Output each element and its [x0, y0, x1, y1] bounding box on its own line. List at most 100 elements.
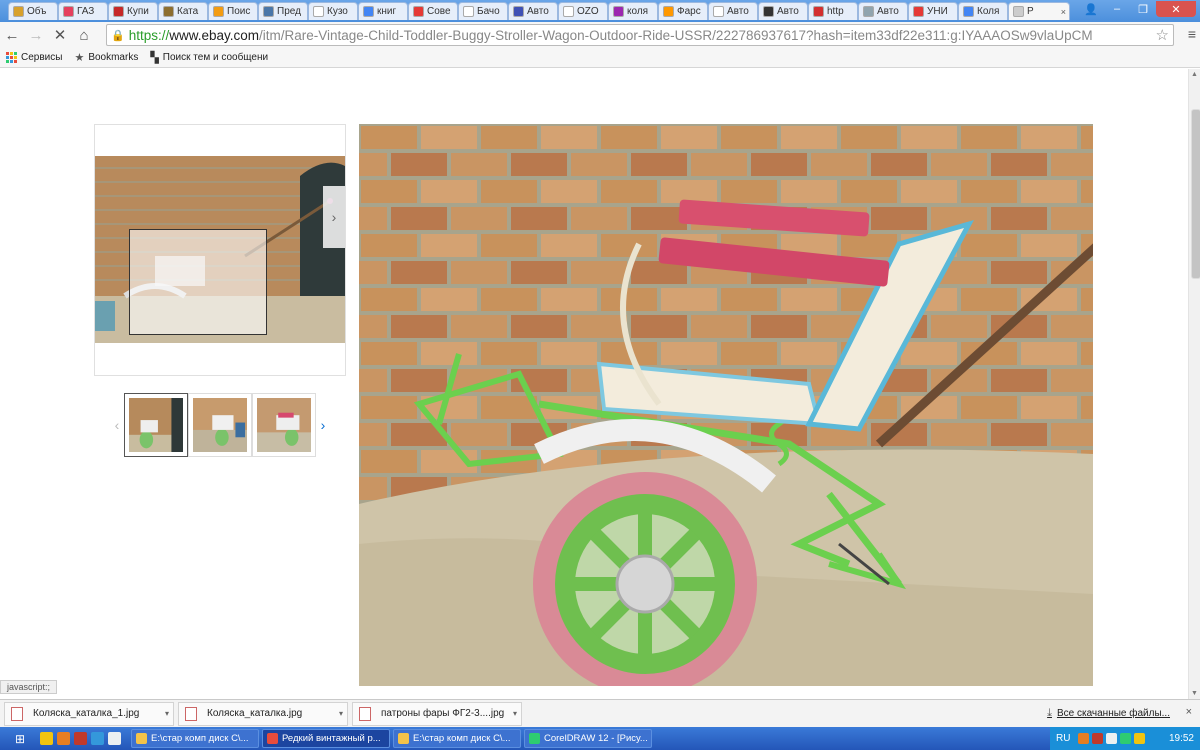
zoom-viewer[interactable]: ›: [94, 124, 346, 376]
tab-label: Авто: [777, 6, 799, 17]
ql-icon[interactable]: [40, 732, 53, 745]
tray-icon[interactable]: [1092, 733, 1104, 744]
download-filename: Коляска_каталка_1.jpg: [33, 708, 140, 719]
main-product-image[interactable]: [359, 124, 1093, 686]
scroll-up-icon[interactable]: ▲: [1191, 71, 1198, 78]
tab-favicon-icon: [863, 6, 874, 17]
maximize-button[interactable]: ❐: [1130, 1, 1156, 17]
thumbnail-3[interactable]: [252, 393, 316, 457]
chevron-down-icon[interactable]: ▾: [339, 709, 343, 718]
zoom-image: [95, 156, 345, 343]
bookmark-star-icon[interactable]: ☆: [1156, 26, 1169, 44]
scrollbar-thumb[interactable]: [1191, 109, 1200, 279]
tab-favicon-icon: [163, 6, 174, 17]
browser-tab[interactable]: ГАЗ: [58, 2, 108, 20]
bookmark-bookmarks[interactable]: ★ Bookmarks: [74, 51, 138, 64]
show-all-label: Все скачанные файлы...: [1056, 708, 1170, 719]
browser-tab[interactable]: Ката: [158, 2, 208, 20]
tab-label: Объ: [27, 6, 47, 17]
taskbar-task[interactable]: E:\стар комп диск C\...: [131, 729, 259, 748]
download-item[interactable]: патроны фары ФГ2-3....jpg ▾: [352, 701, 522, 726]
page-scrollbar[interactable]: ▲ ▼: [1188, 69, 1200, 699]
task-icon: [136, 733, 147, 744]
browser-tab[interactable]: Авто: [858, 2, 908, 20]
browser-tab[interactable]: УНИ: [908, 2, 958, 20]
url-host: www.ebay.com: [169, 27, 260, 43]
downloads-bar: Коляска_каталка_1.jpg ▾ Коляска_каталка.…: [0, 699, 1200, 727]
task-label: E:\стар комп диск C\...: [413, 733, 511, 744]
close-downloads-button[interactable]: ×: [1186, 706, 1192, 718]
thumbnail-2[interactable]: [188, 393, 252, 457]
back-button[interactable]: ←: [0, 23, 24, 47]
bookmark-forum-search[interactable]: ▚ Поиск тем и сообщени: [150, 51, 268, 64]
tab-strip: Объ ГАЗ Купи Ката Поис Пред Кузо книг Сове Бачо Ав…: [8, 2, 1070, 22]
bookmark-label: Сервисы: [21, 52, 63, 63]
browser-tab[interactable]: Кузо: [308, 2, 358, 20]
thumb-prev-arrow[interactable]: ‹: [110, 417, 124, 433]
close-window-button[interactable]: ✕: [1156, 1, 1196, 17]
browser-tab[interactable]: Объ: [8, 2, 58, 20]
show-all-downloads-link[interactable]: ⤓ Все скачанные файлы...: [1047, 707, 1170, 720]
thumbnail-strip: ‹ ›: [110, 393, 330, 457]
browser-tab[interactable]: Сове: [408, 2, 458, 20]
browser-tab[interactable]: Авто: [708, 2, 758, 20]
browser-tab[interactable]: http: [808, 2, 858, 20]
browser-tab[interactable]: Р ×: [1008, 2, 1070, 20]
start-button[interactable]: ⊞: [0, 727, 40, 750]
chevron-down-icon[interactable]: ▾: [165, 709, 169, 718]
tab-label: Р: [1027, 6, 1034, 17]
taskbar-task[interactable]: Редкий винтажный р...: [262, 729, 390, 748]
browser-tab[interactable]: Коля: [958, 2, 1008, 20]
tab-close-icon[interactable]: ×: [1061, 7, 1066, 17]
download-filename: патроны фары ФГ2-3....jpg: [381, 708, 505, 719]
browser-tab[interactable]: Авто: [758, 2, 808, 20]
scroll-down-icon[interactable]: ▼: [1191, 690, 1198, 697]
address-bar[interactable]: 🔒 https:// www.ebay.com /itm/Rare-Vintag…: [106, 24, 1174, 46]
home-button[interactable]: ⌂: [72, 23, 96, 47]
menu-icon[interactable]: ≡: [1188, 26, 1196, 42]
task-label: E:\стар комп диск C\...: [151, 733, 249, 744]
taskbar: ⊞ E:\стар комп диск C\... Редкий винтажны…: [0, 727, 1200, 750]
thumbnail-1[interactable]: [124, 393, 188, 457]
browser-tab[interactable]: Пред: [258, 2, 308, 20]
ql-icon[interactable]: [108, 732, 121, 745]
volume-icon[interactable]: [1106, 733, 1118, 744]
browser-tab[interactable]: книг: [358, 2, 408, 20]
tab-label: Поис: [227, 6, 251, 17]
download-item[interactable]: Коляска_каталка_1.jpg ▾: [4, 701, 174, 726]
network-icon[interactable]: [1120, 733, 1132, 744]
status-bubble: javascript:;: [0, 680, 58, 694]
thumb-next-arrow[interactable]: ›: [316, 417, 330, 433]
browser-tab[interactable]: OZO: [558, 2, 608, 20]
page-content: › ‹ ›: [0, 69, 1188, 699]
ql-icon[interactable]: [57, 732, 70, 745]
taskbar-task[interactable]: E:\стар комп диск C\...: [393, 729, 521, 748]
download-item[interactable]: Коляска_каталка.jpg ▾: [178, 701, 348, 726]
bookmark-label: Поиск тем и сообщени: [162, 52, 269, 63]
browser-tab[interactable]: Поис: [208, 2, 258, 20]
user-icon[interactable]: 👤: [1078, 1, 1104, 17]
browser-toolbar: ← → ✕ ⌂ 🔒 https:// www.ebay.com /itm/Rar…: [0, 22, 1200, 48]
browser-tab[interactable]: Бачо: [458, 2, 508, 20]
tray-icon[interactable]: [1078, 733, 1090, 744]
browser-tab[interactable]: Фарс: [658, 2, 708, 20]
taskbar-task[interactable]: CorelDRAW 12 - [Рису...: [524, 729, 652, 748]
browser-tab[interactable]: Авто: [508, 2, 558, 20]
tab-favicon-icon: [513, 6, 524, 17]
ql-icon[interactable]: [91, 732, 104, 745]
bookmark-services[interactable]: Сервисы: [6, 52, 62, 63]
forward-button[interactable]: →: [24, 23, 48, 47]
browser-tab[interactable]: коля: [608, 2, 658, 20]
language-indicator[interactable]: RU: [1056, 733, 1070, 744]
zoom-lens[interactable]: [129, 229, 267, 335]
tab-label: Коля: [977, 6, 1000, 17]
stop-button[interactable]: ✕: [48, 23, 72, 47]
minimize-button[interactable]: –: [1104, 1, 1130, 17]
zoom-next-arrow[interactable]: ›: [323, 186, 345, 248]
tab-favicon-icon: [363, 6, 374, 17]
ql-icon[interactable]: [74, 732, 87, 745]
tray-icon[interactable]: [1134, 733, 1146, 744]
chevron-down-icon[interactable]: ▾: [513, 709, 517, 718]
browser-tab[interactable]: Купи: [108, 2, 158, 20]
tab-favicon-icon: [1013, 6, 1024, 17]
